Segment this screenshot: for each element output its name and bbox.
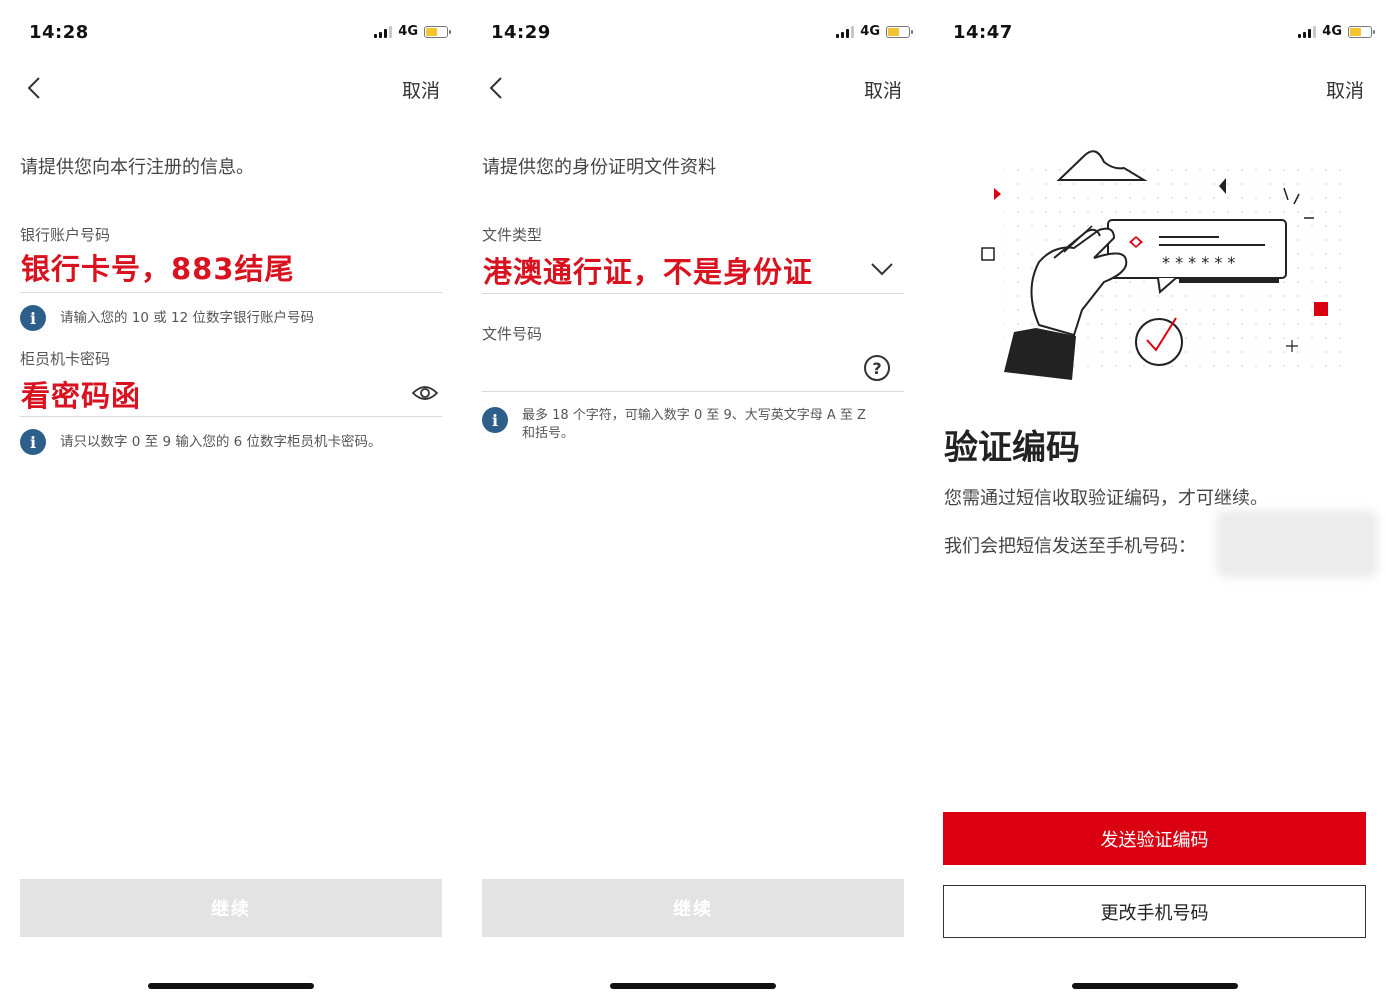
- question-icon[interactable]: ?: [864, 355, 890, 381]
- document-type-select[interactable]: 港澳通行证，不是身份证: [483, 249, 813, 291]
- pin-divider: [20, 416, 442, 417]
- document-type-label: 文件类型: [482, 226, 543, 244]
- page-title: 验证编码: [944, 428, 1080, 468]
- chevron-down-icon[interactable]: [870, 262, 894, 276]
- account-hint-text: 请输入您的 10 或 12 位数字银行账户号码: [60, 310, 315, 326]
- status-bar-icons: 4G: [374, 24, 451, 39]
- change-phone-button[interactable]: 更改手机号码: [943, 885, 1366, 938]
- signal-icon: [836, 25, 855, 38]
- home-indicator: [148, 983, 314, 989]
- network-label: 4G: [398, 24, 418, 39]
- eye-icon[interactable]: [412, 384, 438, 402]
- redacted-phone-number: [1222, 516, 1372, 572]
- info-icon: i: [20, 305, 46, 331]
- continue-button[interactable]: 继续: [20, 879, 442, 937]
- masked-code-text: * * * * * *: [1162, 253, 1235, 272]
- account-number-input[interactable]: 银行卡号，883结尾: [21, 246, 295, 288]
- status-time: 14:28: [29, 22, 89, 43]
- document-type-divider: [482, 293, 904, 294]
- status-time: 14:47: [953, 22, 1013, 43]
- phone-number-description: 我们会把短信发送至手机号码：: [944, 536, 1196, 557]
- sms-verification-illustration: * * * * * *: [981, 150, 1344, 380]
- account-number-label: 银行账户号码: [20, 226, 111, 244]
- pin-hint-text: 请只以数字 0 至 9 输入您的 6 位数字柜员机卡密码。: [60, 434, 382, 450]
- account-hint: i 请输入您的 10 或 12 位数字银行账户号码: [20, 305, 442, 331]
- hint-line-2: 和括号。: [522, 426, 575, 441]
- continue-button[interactable]: 继续: [482, 879, 904, 937]
- verification-description: 您需通过短信收取验证编码，才可继续。: [944, 488, 1268, 509]
- home-indicator: [610, 983, 776, 989]
- cancel-button[interactable]: 取消: [1326, 76, 1364, 103]
- document-number-hint: i 最多 18 个字符，可输入数字 0 至 9、大写英文字母 A 至 Z 和括号…: [482, 407, 904, 443]
- battery-icon: [424, 25, 451, 38]
- status-time: 14:29: [491, 22, 551, 43]
- cancel-button[interactable]: 取消: [402, 76, 440, 103]
- send-code-button[interactable]: 发送验证编码: [943, 812, 1366, 865]
- intro-text: 请提供您向本行注册的信息。: [20, 157, 254, 178]
- cancel-button[interactable]: 取消: [864, 76, 902, 103]
- network-label: 4G: [1322, 24, 1342, 39]
- status-bar-icons: 4G: [1298, 24, 1375, 39]
- info-icon: i: [482, 407, 508, 433]
- document-number-divider: [482, 391, 904, 392]
- battery-icon: [1348, 25, 1375, 38]
- screen-verification-code: 14:47 4G 取消 * * * * * * 验证编码 您需通过短信收取验证编…: [924, 0, 1386, 1000]
- intro-text: 请提供您的身份证明文件资料: [482, 157, 716, 178]
- back-chevron-left-icon[interactable]: [24, 74, 48, 102]
- pin-hint: i 请只以数字 0 至 9 输入您的 6 位数字柜员机卡密码。: [20, 429, 442, 455]
- hint-line-1: 最多 18 个字符，可输入数字 0 至 9、大写英文字母 A 至 Z: [522, 408, 866, 423]
- signal-icon: [374, 25, 393, 38]
- document-number-label: 文件号码: [482, 325, 543, 343]
- network-label: 4G: [860, 24, 880, 39]
- info-icon: i: [20, 429, 46, 455]
- document-number-hint-text: 最多 18 个字符，可输入数字 0 至 9、大写英文字母 A 至 Z 和括号。: [522, 407, 866, 443]
- status-bar-icons: 4G: [836, 24, 913, 39]
- home-indicator: [1072, 983, 1238, 989]
- pin-label: 柜员机卡密码: [20, 350, 111, 368]
- screen-identity-document: 14:29 4G 取消 请提供您的身份证明文件资料 文件类型 港澳通行证，不是身…: [462, 0, 924, 1000]
- signal-icon: [1298, 25, 1317, 38]
- screen-bank-account: 14:28 4G 取消 请提供您向本行注册的信息。 银行账户号码 银行卡号，88…: [0, 0, 462, 1000]
- battery-icon: [886, 25, 913, 38]
- back-chevron-left-icon[interactable]: [486, 74, 510, 102]
- pin-input[interactable]: 看密码函: [21, 373, 141, 415]
- account-divider: [20, 292, 442, 293]
